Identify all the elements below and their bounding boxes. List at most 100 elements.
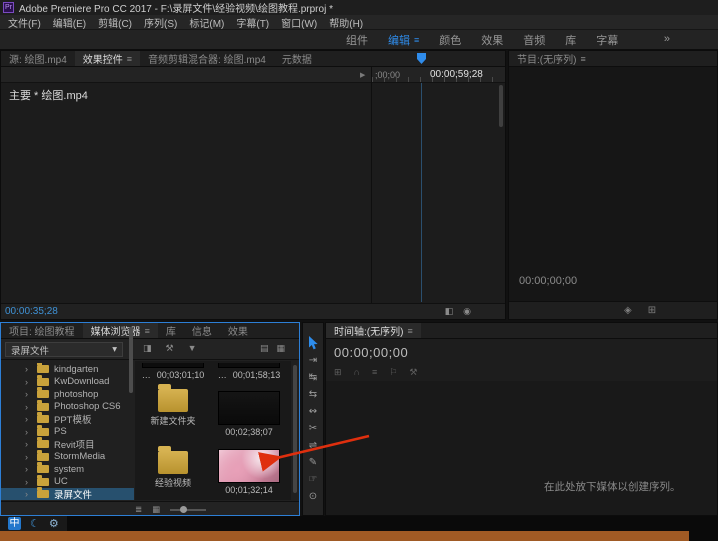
menu-sequence[interactable]: 序列(S)	[138, 15, 183, 30]
timeline-timecode[interactable]: 00:00;00;00	[334, 345, 408, 360]
tree-item-photoshop-cs6[interactable]: › Photoshop CS6	[1, 399, 134, 414]
nest-insert-icon[interactable]: ⊞	[334, 367, 342, 378]
expand-icon[interactable]: ›	[25, 377, 32, 387]
tree-scrollbar[interactable]	[129, 327, 133, 393]
razor-tool-icon[interactable]: ✂	[309, 422, 317, 434]
program-timecode[interactable]: 00:00;00;00	[519, 275, 577, 287]
tree-item-photoshop[interactable]: › photoshop	[1, 387, 134, 401]
timeline-view-toggle-icon[interactable]: ▶	[360, 71, 365, 79]
workspace-assembly[interactable]: 组件	[336, 32, 378, 48]
ime-indicator[interactable]: 中	[8, 517, 21, 530]
wrench-icon[interactable]: ⚒	[166, 343, 174, 354]
tree-item-system[interactable]: › system	[1, 462, 134, 476]
tree-item-ppt-template[interactable]: › PPT模板	[1, 412, 134, 426]
icon-view-icon[interactable]: ▦	[152, 504, 160, 515]
expand-icon[interactable]: ›	[25, 439, 32, 449]
expand-icon[interactable]: ›	[25, 427, 32, 437]
expand-icon[interactable]: ›	[25, 414, 32, 424]
tree-item-revit[interactable]: › Revit项目	[1, 437, 134, 451]
effect-controls-scrollbar[interactable]	[499, 85, 503, 127]
expand-icon[interactable]: ›	[25, 477, 32, 487]
pen-tool-icon[interactable]: ✎	[309, 456, 317, 468]
list-view-icon[interactable]: ▤	[260, 343, 269, 354]
directory-dropdown[interactable]: 录屏文件 ▾	[5, 342, 123, 357]
menu-marker[interactable]: 标记(M)	[183, 15, 230, 30]
menu-window[interactable]: 窗口(W)	[275, 15, 323, 30]
fit-icon[interactable]: ◧	[445, 306, 454, 317]
workspace-editing[interactable]: 编辑 ≡	[378, 32, 429, 48]
tab-audio-clip-mixer[interactable]: 音频剪辑混合器: 绘图.mp4	[140, 51, 274, 66]
snap-icon[interactable]: ∩	[354, 367, 360, 378]
expand-icon[interactable]: ›	[25, 452, 32, 462]
tree-item-kindgarten[interactable]: › kindgarten	[1, 363, 134, 376]
tab-info[interactable]: 信息	[184, 323, 220, 338]
rolling-edit-tool-icon[interactable]: ⇆	[309, 388, 317, 400]
panel-menu-icon[interactable]: ≡	[127, 54, 132, 64]
linked-selection-icon[interactable]: ≡	[372, 367, 377, 378]
zoom-icon[interactable]: ◉	[463, 306, 471, 317]
timeline-settings-icon[interactable]: ⚒	[409, 367, 417, 378]
hand-tool-icon[interactable]: ☞	[309, 473, 318, 485]
track-select-forward-tool-icon[interactable]: ⇥	[309, 354, 317, 366]
workspace-audio[interactable]: 音频	[513, 32, 555, 48]
media-item-clip-a[interactable]: … 00;03;01;10	[137, 363, 209, 380]
menu-title[interactable]: 字幕(T)	[230, 15, 275, 30]
menu-edit[interactable]: 编辑(E)	[47, 15, 92, 30]
expand-icon[interactable]: ›	[25, 402, 32, 412]
menu-help[interactable]: 帮助(H)	[323, 15, 369, 30]
tab-source-monitor[interactable]: 源: 绘图.mp4	[1, 51, 75, 66]
workspace-menu-icon[interactable]: ≡	[414, 35, 419, 45]
panel-menu-icon[interactable]: ≡	[580, 54, 585, 64]
zoom-tool-icon[interactable]: ⊙	[309, 490, 317, 502]
filter-icon[interactable]: ▼	[188, 343, 197, 354]
gear-icon[interactable]: ⚙	[49, 517, 59, 530]
workspace-effects[interactable]: 效果	[471, 32, 513, 48]
media-item-folder-exp[interactable]: 经验视频	[137, 446, 209, 489]
workspace-titles[interactable]: 字幕	[586, 32, 628, 48]
workspace-overflow-icon[interactable]: »	[664, 33, 670, 45]
tree-item-stormmedia[interactable]: › StormMedia	[1, 449, 134, 464]
tab-metadata[interactable]: 元数据	[274, 51, 320, 66]
tab-timeline[interactable]: 时间轴:(无序列) ≡	[326, 323, 421, 338]
timeline-drop-zone[interactable]: 在此处放下媒体以创建序列。	[326, 381, 717, 515]
workspace-libraries[interactable]: 库	[555, 32, 586, 48]
expand-icon[interactable]: ›	[25, 389, 32, 399]
export-frame-icon[interactable]: ◈	[624, 305, 632, 316]
list-view-icon[interactable]: ≣	[135, 504, 142, 515]
media-item-clip-c[interactable]: 00;02;38;07	[213, 391, 285, 437]
icon-view-icon[interactable]: ▦	[276, 343, 285, 354]
view-settings-icon[interactable]: ◨	[143, 343, 152, 354]
ripple-edit-tool-icon[interactable]: ↹	[309, 371, 317, 383]
media-item-clip-pink[interactable]: 00;01;32;14	[213, 449, 285, 495]
panel-menu-icon[interactable]: ≡	[145, 326, 150, 336]
tree-item-luping-selected[interactable]: › 录屏文件	[1, 487, 134, 500]
media-item-folder-new[interactable]: 新建文件夹	[137, 384, 209, 427]
tree-item-uc[interactable]: › UC	[1, 474, 134, 489]
slider-knob[interactable]	[180, 505, 188, 513]
tree-item-kwdownload[interactable]: › KwDownload	[1, 374, 134, 389]
grid-scrollbar[interactable]	[293, 365, 297, 493]
expand-icon[interactable]: ›	[25, 489, 32, 499]
add-marker-icon[interactable]: ⚐	[389, 367, 397, 378]
current-timecode[interactable]: 00:00:35;28	[5, 306, 58, 317]
expand-icon[interactable]: ›	[25, 464, 32, 474]
tab-program-monitor[interactable]: 节目:(无序列) ≡	[509, 51, 594, 67]
thumbnail-zoom-slider[interactable]	[170, 505, 207, 513]
workspace-color[interactable]: 颜色	[429, 32, 471, 48]
tab-media-browser[interactable]: 媒体浏览器 ≡	[82, 323, 158, 338]
rate-stretch-tool-icon[interactable]: ↭	[309, 405, 317, 417]
master-clip-label[interactable]: 主要 * 绘图.mp4	[9, 87, 88, 103]
comparison-view-icon[interactable]: ⊞	[648, 305, 656, 316]
tab-effect-controls[interactable]: 效果控件 ≡	[74, 51, 141, 66]
moon-icon[interactable]: ☾	[30, 517, 40, 530]
menu-file[interactable]: 文件(F)	[2, 15, 47, 30]
tab-project[interactable]: 项目: 绘图教程	[1, 323, 83, 338]
tab-effects[interactable]: 效果	[220, 323, 256, 338]
slip-tool-icon[interactable]: ⇌	[309, 439, 317, 451]
selection-tool-icon[interactable]	[308, 336, 319, 350]
tab-libraries[interactable]: 库	[158, 323, 184, 338]
media-item-clip-b[interactable]: … 00;01;58;13	[213, 363, 285, 380]
panel-menu-icon[interactable]: ≡	[407, 326, 412, 336]
tree-item-ps[interactable]: › PS	[1, 424, 134, 439]
menu-clip[interactable]: 剪辑(C)	[92, 15, 138, 30]
